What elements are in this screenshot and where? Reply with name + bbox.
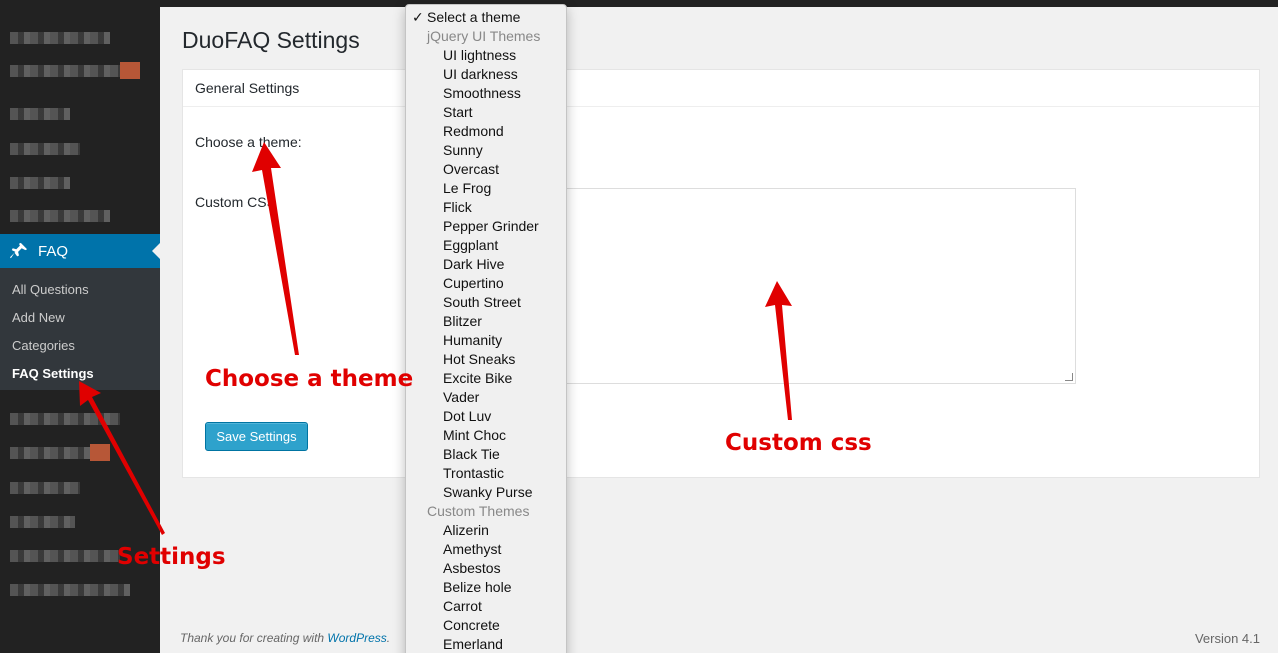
- arrow-to-faq-settings: [79, 381, 165, 535]
- annotation-settings: Settings: [117, 544, 226, 570]
- annotation-choose-theme: Choose a theme: [205, 366, 414, 392]
- arrow-to-css-textarea: [765, 281, 792, 420]
- annotation-custom-css: Custom css: [725, 430, 872, 456]
- arrow-to-theme-label: [252, 142, 299, 355]
